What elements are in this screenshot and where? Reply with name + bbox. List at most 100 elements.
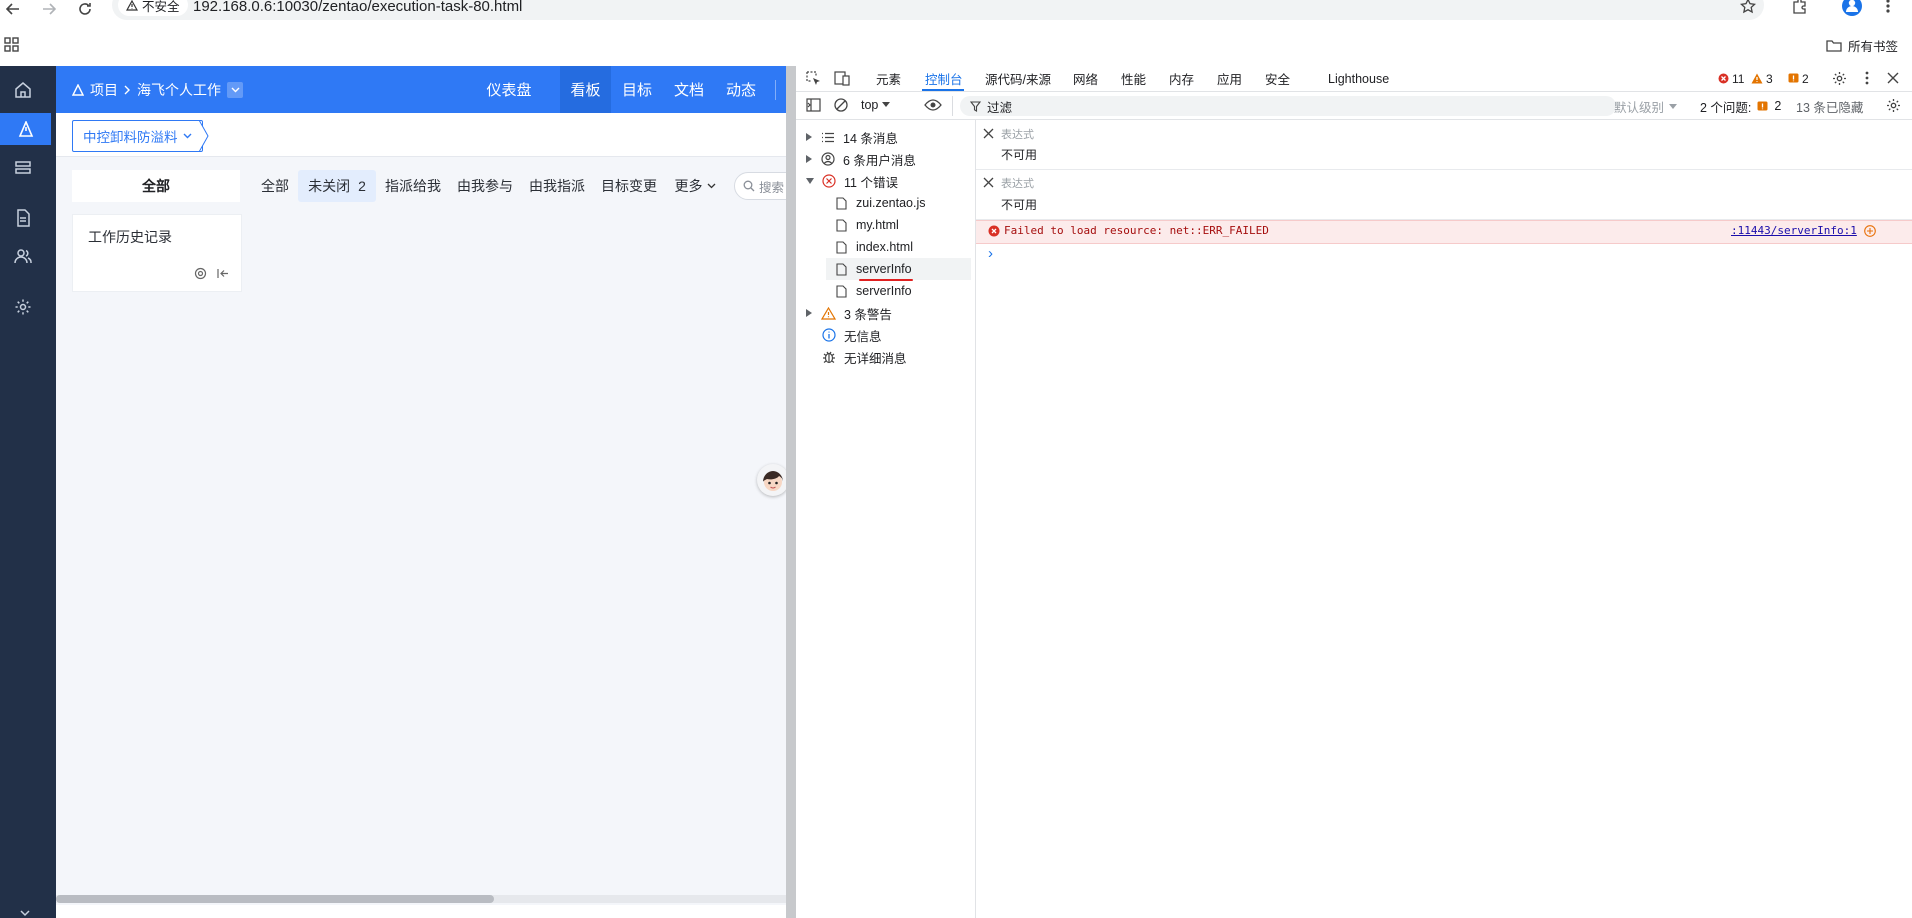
breadcrumb-arrow-icon xyxy=(199,120,209,152)
sidebar-tasks-icon[interactable] xyxy=(0,152,46,184)
nav-activity[interactable]: 动态 xyxy=(718,66,764,113)
sidebar-home-icon[interactable] xyxy=(0,74,46,106)
console-filter-input[interactable]: 过滤 xyxy=(960,96,1616,116)
tab-all[interactable]: 全部 xyxy=(258,170,292,202)
tab-unclosed[interactable]: 未关闭 2 xyxy=(298,170,376,202)
back-button[interactable] xyxy=(2,0,24,18)
history-card-title[interactable]: 工作历史记录 xyxy=(88,227,172,247)
assistant-avatar[interactable] xyxy=(757,464,789,496)
breadcrumb-root[interactable]: 项目 xyxy=(90,80,118,100)
context-selector[interactable]: top xyxy=(861,93,907,116)
clear-console-icon[interactable] xyxy=(834,98,848,112)
tab-assigned-by-me[interactable]: 由我指派 xyxy=(528,170,586,202)
execution-selector-label: 中控卸料防溢料 xyxy=(83,130,178,145)
error-source-link[interactable]: :11443/serverInfo:1 xyxy=(1731,224,1857,237)
devtools-tab-memory[interactable]: 内存 xyxy=(1169,66,1194,91)
devtools-tab-performance[interactable]: 性能 xyxy=(1121,66,1146,91)
sidebar-settings-icon[interactable] xyxy=(0,291,46,323)
live-expression-eye-icon[interactable] xyxy=(924,99,942,111)
sidebar-user-messages[interactable]: 6 条用户消息 xyxy=(806,148,916,170)
devtools-tab-network[interactable]: 网络 xyxy=(1073,66,1098,91)
expression-label[interactable]: 表达式 xyxy=(1001,126,1034,142)
issues-count-badge[interactable]: 2 xyxy=(1788,66,1809,91)
bookmark-star-icon[interactable] xyxy=(1740,0,1756,14)
card-collapse-icon[interactable] xyxy=(217,268,229,279)
execution-selector[interactable]: 中控卸料防溢料 xyxy=(72,120,203,152)
error-file-row[interactable]: index.html 1 xyxy=(826,236,1788,258)
breadcrumb-current[interactable]: 海飞个人工作 xyxy=(137,80,221,100)
toolbar-divider xyxy=(952,96,953,116)
devtools-close-icon[interactable] xyxy=(1887,72,1899,84)
app-sidebar xyxy=(0,66,56,918)
devtools-tab-console[interactable]: 控制台 xyxy=(925,66,963,91)
error-file-row[interactable]: serverInfo 1 xyxy=(826,280,1788,302)
forward-button[interactable] xyxy=(38,0,60,18)
inspect-element-icon[interactable] xyxy=(806,71,821,86)
devtools-splitter[interactable] xyxy=(786,66,796,918)
nav-kanban[interactable]: 看板 xyxy=(560,66,611,113)
info-icon xyxy=(822,328,836,342)
tab-more[interactable]: 更多 xyxy=(672,170,718,202)
bug-icon xyxy=(822,350,836,364)
panel-title-all[interactable]: 全部 xyxy=(72,170,240,202)
nav-dashboard[interactable]: 仪表盘 xyxy=(482,66,536,113)
nav-goals[interactable]: 目标 xyxy=(614,66,660,113)
profile-avatar-icon[interactable] xyxy=(1842,0,1862,16)
tab-involved[interactable]: 由我参与 xyxy=(456,170,514,202)
tab-unclosed-label: 未关闭 xyxy=(308,178,351,194)
url-text[interactable]: 192.168.0.6:10030/zentao/execution-task-… xyxy=(193,0,522,15)
error-file-name: serverInfo xyxy=(856,284,912,298)
chevron-down-icon xyxy=(183,133,192,139)
console-settings-icon[interactable] xyxy=(1886,98,1901,113)
expand-arrow-icon xyxy=(806,309,812,317)
site-security-chip[interactable]: 不安全 xyxy=(118,0,188,16)
sidebar-verbose[interactable]: 无详细消息 xyxy=(822,346,907,368)
issues-link[interactable]: 2 个问题: 2 xyxy=(1700,96,1781,116)
reload-button[interactable] xyxy=(74,0,96,18)
sidebar-doc-icon[interactable] xyxy=(0,202,46,234)
sidebar-team-icon[interactable] xyxy=(0,240,46,272)
tab-more-label: 更多 xyxy=(674,178,703,194)
sidebar-info[interactable]: 无信息 xyxy=(822,324,882,346)
devtools-tab-security[interactable]: 安全 xyxy=(1265,66,1290,91)
devtools-settings-icon[interactable] xyxy=(1832,71,1847,86)
error-file-name: index.html xyxy=(856,240,913,254)
all-bookmarks-button[interactable]: 所有书签 xyxy=(1826,36,1898,55)
apps-grid-icon[interactable] xyxy=(4,37,19,52)
sidebar-errors[interactable]: 11 个错误 xyxy=(806,170,898,192)
console-prompt[interactable]: › xyxy=(988,245,993,262)
sidebar-warnings[interactable]: 3 条警告 xyxy=(806,302,892,324)
devtools-tab-sources[interactable]: 源代码/来源 xyxy=(985,66,1051,91)
sidebar-collapse-icon[interactable] xyxy=(20,910,32,918)
project-dropdown-icon[interactable] xyxy=(227,82,243,98)
expand-arrow-icon xyxy=(806,155,812,163)
tab-assigned-to-me[interactable]: 指派给我 xyxy=(384,170,442,202)
error-count: 11 xyxy=(1732,71,1745,86)
nav-docs[interactable]: 文档 xyxy=(666,66,712,113)
remove-expression-icon[interactable] xyxy=(983,128,994,139)
sidebar-project-icon[interactable] xyxy=(0,113,51,145)
devtools-tab-application[interactable]: 应用 xyxy=(1217,66,1242,91)
error-file-row[interactable]: my.html 2 xyxy=(826,214,1788,236)
extensions-icon[interactable] xyxy=(1792,0,1808,14)
devtools-more-icon[interactable] xyxy=(1865,71,1869,85)
browser-menu-icon[interactable] xyxy=(1886,0,1890,14)
bookmarks-bar xyxy=(0,26,1912,64)
devtools-tab-lighthouse[interactable]: Lighthouse xyxy=(1328,66,1389,91)
tab-goal-changes[interactable]: 目标变更 xyxy=(600,170,658,202)
sidebar-messages[interactable]: 14 条消息 xyxy=(806,126,898,148)
device-toolbar-icon[interactable] xyxy=(834,71,850,86)
history-card xyxy=(72,214,242,292)
error-file-row[interactable]: zui.zentao.js 6 xyxy=(826,192,1788,214)
sidebar-toggle-icon[interactable] xyxy=(806,98,821,112)
expression-label[interactable]: 表达式 xyxy=(1001,175,1034,191)
warning-count-badge[interactable]: 3 xyxy=(1751,66,1773,91)
log-level-dropdown[interactable]: 默认级别 xyxy=(1614,96,1678,116)
error-file-row-selected[interactable]: serverInfo 1 xyxy=(826,258,1788,280)
error-count-badge[interactable]: 11 xyxy=(1718,66,1744,91)
network-request-icon[interactable] xyxy=(1864,225,1876,237)
scrollbar-thumb[interactable] xyxy=(56,895,494,903)
devtools-tab-elements[interactable]: 元素 xyxy=(876,66,901,91)
card-settings-icon[interactable] xyxy=(194,267,207,280)
remove-expression-icon[interactable] xyxy=(983,177,994,188)
